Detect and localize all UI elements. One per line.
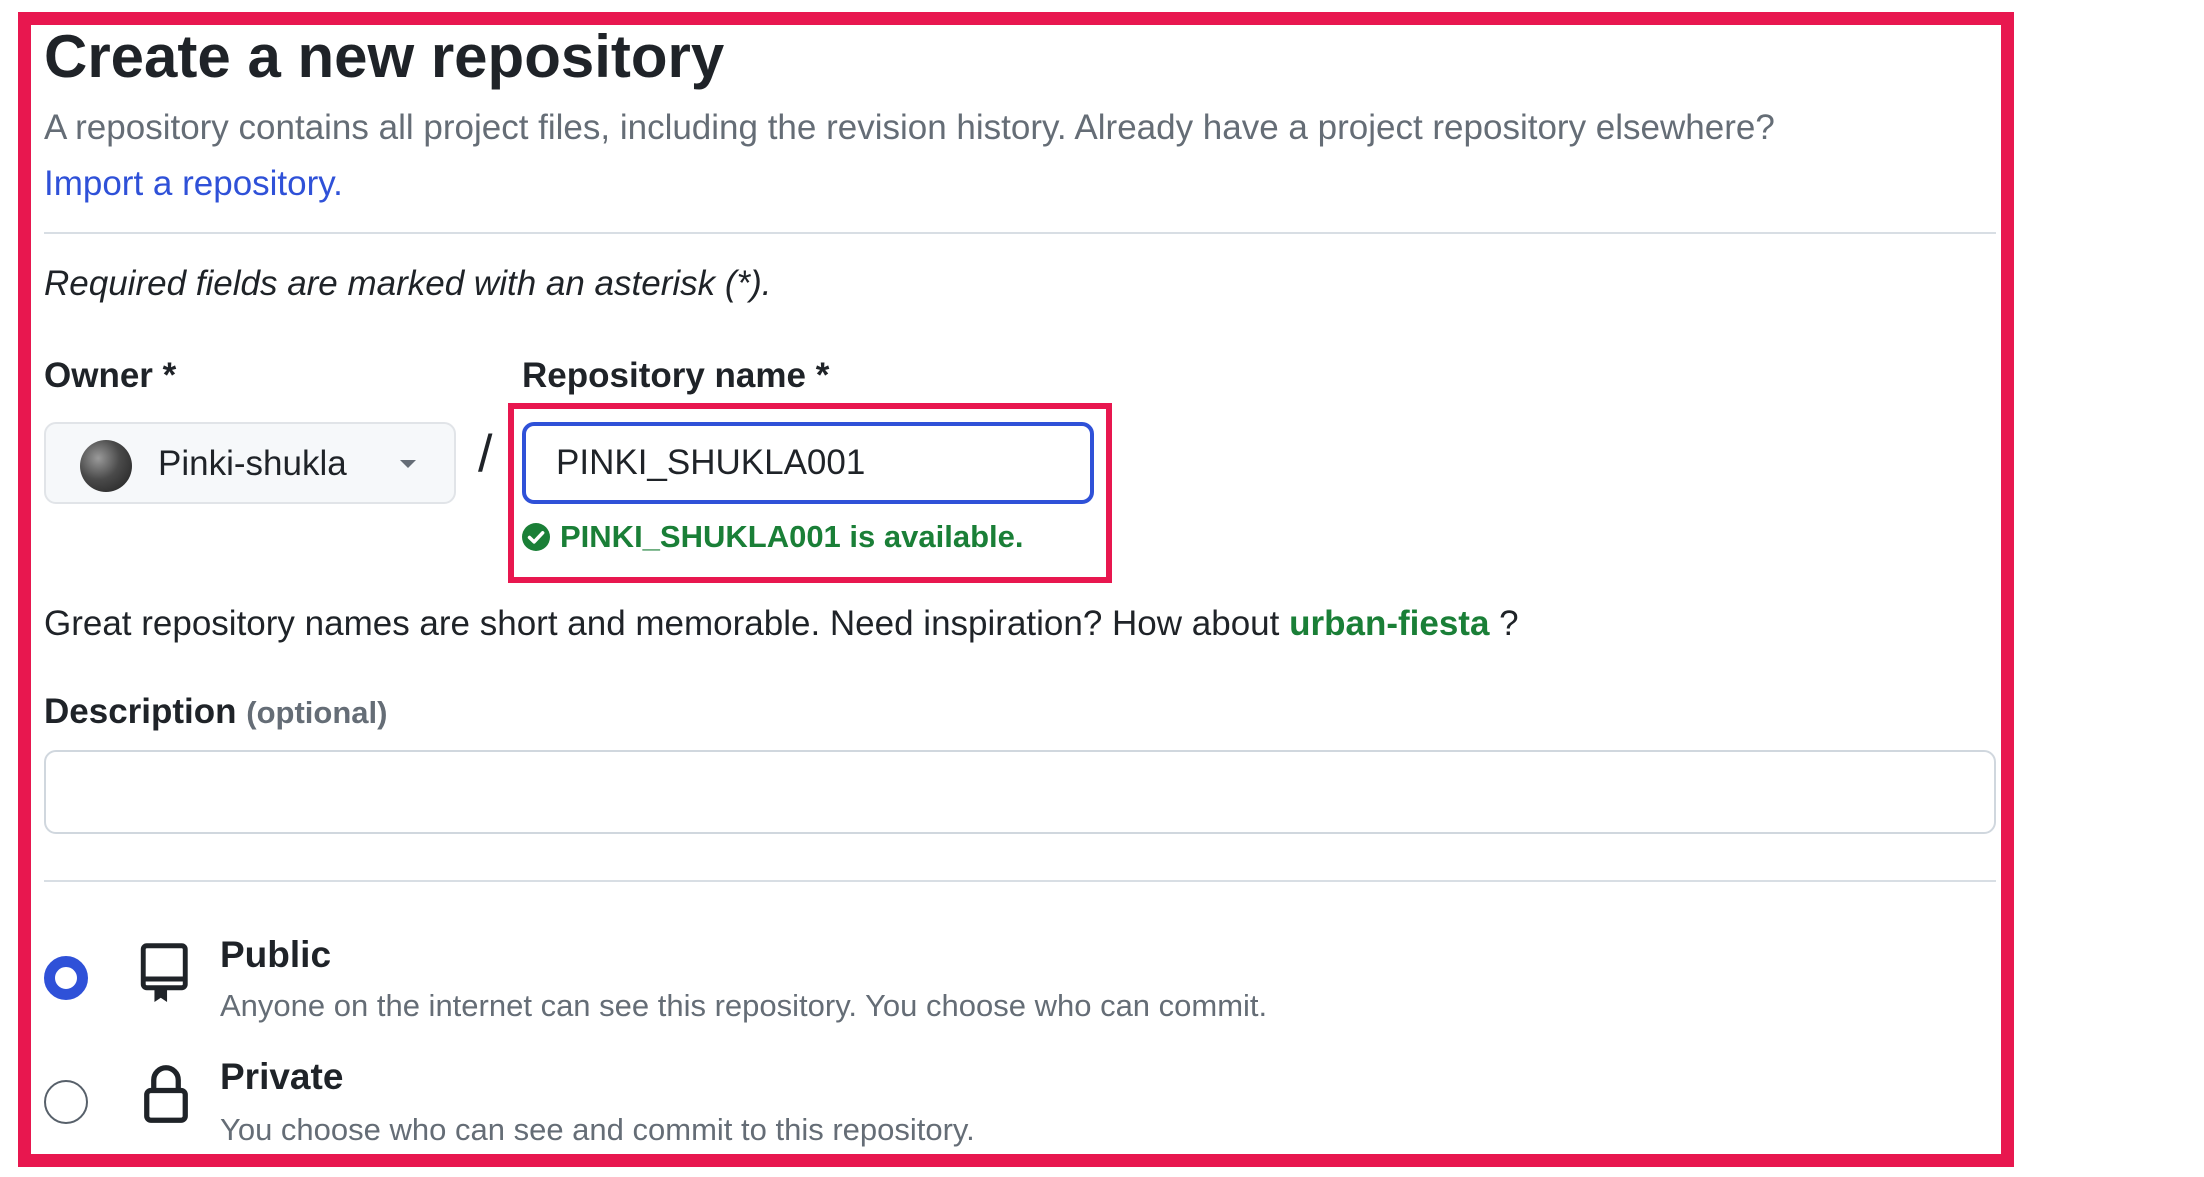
availability-message: PINKI_SHUKLA001 is available. — [522, 519, 1023, 555]
description-input[interactable] — [44, 750, 1996, 834]
divider — [44, 880, 1996, 882]
owner-repo-separator: / — [478, 425, 493, 483]
divider — [44, 232, 1996, 234]
private-title: Private — [220, 1056, 344, 1097]
avatar — [80, 440, 132, 492]
optional-tag: (optional) — [246, 695, 388, 730]
required-fields-note: Required fields are marked with an aster… — [44, 264, 772, 303]
suggested-name-link[interactable]: urban-fiesta — [1289, 604, 1489, 643]
page-subtitle: A repository contains all project files,… — [44, 108, 1775, 147]
name-inspiration: Great repository names are short and mem… — [44, 604, 1519, 644]
description-label: Description (optional) — [44, 692, 387, 732]
private-description: You choose who can see and commit to thi… — [220, 1112, 975, 1147]
owner-name: Pinki-shukla — [158, 444, 347, 483]
availability-text: PINKI_SHUKLA001 is available. — [560, 519, 1024, 554]
check-circle-icon — [522, 523, 550, 551]
owner-dropdown[interactable]: Pinki-shukla — [44, 422, 456, 504]
public-title: Public — [220, 934, 332, 975]
private-radio[interactable] — [44, 1080, 88, 1124]
lock-icon — [144, 1065, 188, 1123]
inspiration-text: Great repository names are short and mem… — [44, 604, 1280, 643]
repository-name-label: Repository name * — [522, 356, 830, 395]
page-title: Create a new repository — [44, 23, 725, 90]
public-radio[interactable] — [44, 956, 88, 1000]
inspiration-suffix: ? — [1499, 604, 1519, 643]
chevron-down-icon — [400, 460, 416, 468]
repository-name-input[interactable] — [522, 422, 1094, 504]
owner-label: Owner * — [44, 356, 177, 395]
description-label-text: Description — [44, 692, 237, 731]
public-description: Anyone on the internet can see this repo… — [220, 988, 1268, 1023]
import-repository-link[interactable]: Import a repository. — [44, 164, 343, 204]
repo-icon — [140, 943, 188, 1002]
